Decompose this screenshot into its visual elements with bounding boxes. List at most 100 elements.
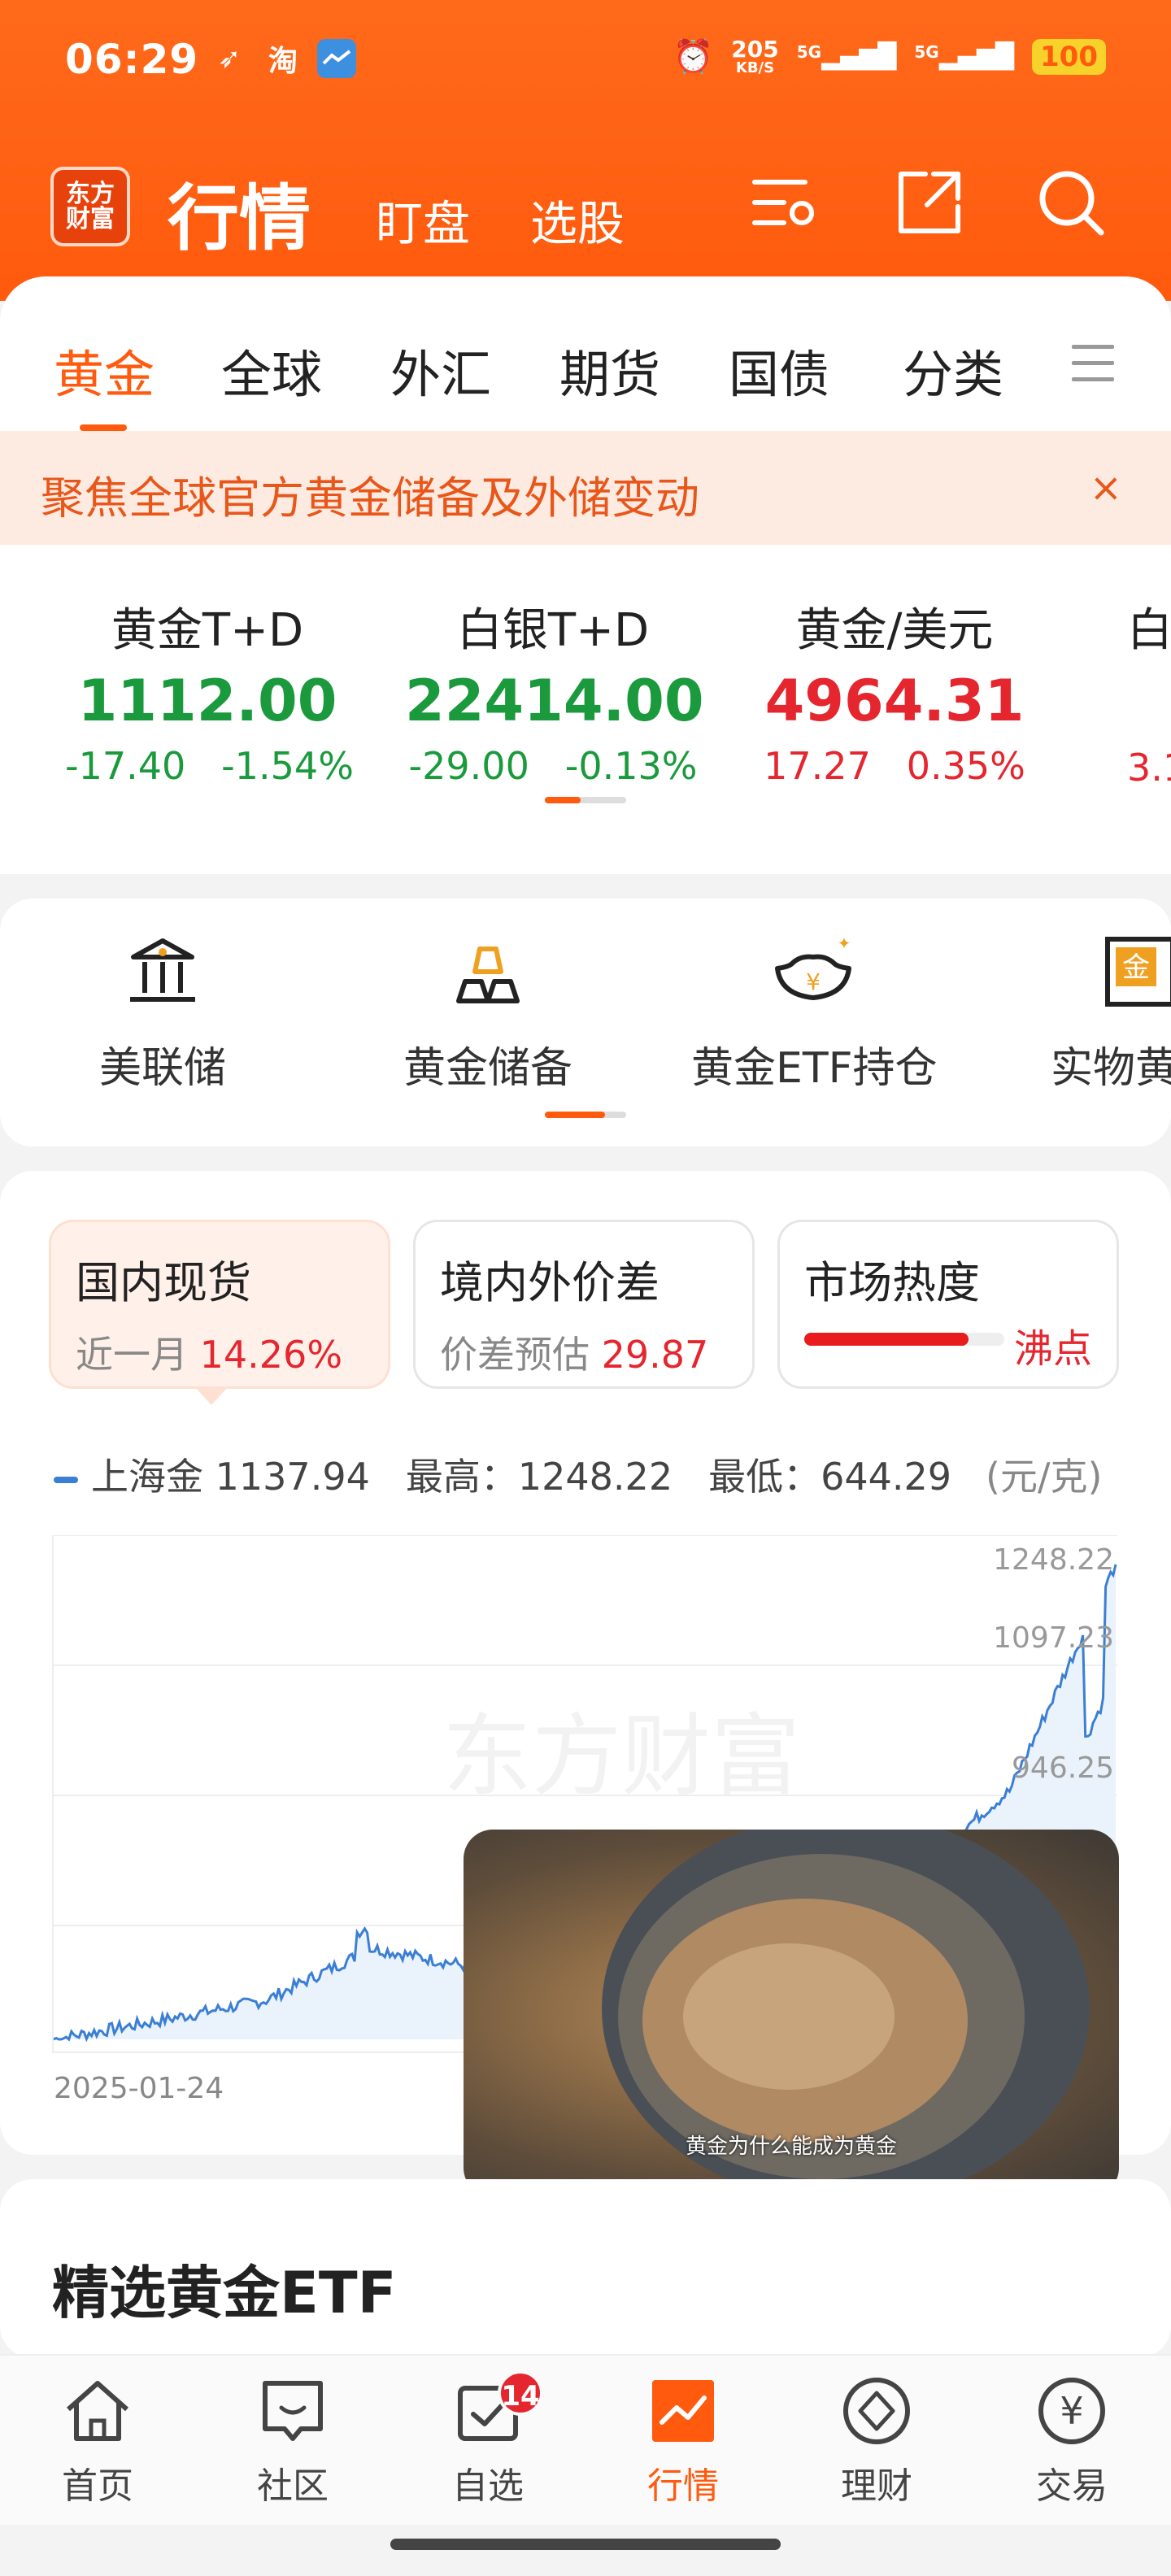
gold-chart-card: 国内现货 近一月 14.26% 境内外价差 价差预估 29.87 市场热度 沸点… <box>0 1171 1171 2197</box>
quote-name: 黄金/美元 <box>795 604 994 657</box>
watchlist-badge: 14 <box>498 2370 543 2416</box>
quote-price <box>1127 668 1171 736</box>
banner-text[interactable]: 聚焦全球官方黄金储备及外储变动 <box>41 462 699 526</box>
svg-text:¥: ¥ <box>806 968 821 995</box>
high-value: 1248.22 <box>517 1455 673 1499</box>
quote-name: 黄金T+D <box>111 604 304 657</box>
tab-dingpan[interactable]: 盯盘 <box>376 185 470 254</box>
quote-change: 3.1 <box>1127 746 1171 790</box>
active-tab-indicator <box>80 424 127 431</box>
yen-icon: ¥ <box>1038 2378 1105 2444</box>
nav-label: 社区 <box>257 2465 329 2507</box>
tab-category[interactable]: 分类 <box>903 333 1003 407</box>
market-tab-sub: 价差预估 29.87 <box>440 1333 709 1377</box>
quote-gold-td[interactable]: 黄金T+D 1112.00 -17.40 -1.54% <box>65 594 354 788</box>
nav-label: 自选 <box>452 2465 524 2507</box>
promo-banner[interactable]: 聚焦全球官方黄金储备及外储变动 × <box>0 431 1171 545</box>
chart-legend: 上海金 1137.94 最高：1248.22 最低：644.29 (元/克) <box>54 1447 1102 1501</box>
header: 06:29 ➶ 淘 ⏰ 205 KB/S 5G▂▄▆█ 5G▂▄▆█ 100 东 <box>0 0 1171 301</box>
share-icon[interactable] <box>893 166 966 239</box>
category-tabs: 黄金 全球 外汇 期货 国债 分类 <box>0 333 1171 431</box>
nav-market[interactable]: 行情 <box>618 2374 748 2509</box>
status-right: ⏰ 205 KB/S 5G▂▄▆█ 5G▂▄▆█ 100 <box>673 37 1106 76</box>
feature-fed[interactable]: 美联储 <box>81 931 244 1094</box>
tab-price-spread[interactable]: 境内外价差 价差预估 29.87 <box>413 1220 755 1389</box>
quote-price: 1112.00 <box>77 668 337 734</box>
tab-futures[interactable]: 期货 <box>559 333 660 407</box>
signal-icon: 5G▂▄▆█ <box>796 42 897 71</box>
quote-partial[interactable]: 白 3.1 <box>1127 594 1171 790</box>
nav-watchlist[interactable]: 14 自选 <box>423 2370 553 2509</box>
nav-label: 行情 <box>647 2465 719 2507</box>
quote-name: 白 <box>1127 604 1171 657</box>
feature-label: 黄金ETF持仓 <box>691 1044 938 1093</box>
feature-gold-etf[interactable]: ¥ ✦ 黄金ETF持仓 <box>691 931 938 1094</box>
video-caption: 黄金为什么能成为黄金 <box>685 2134 897 2159</box>
top-nav: 东方财富 行情 盯盘 选股 <box>0 154 1171 260</box>
feature-label: 实物黄 <box>1051 1044 1171 1093</box>
search-icon[interactable] <box>1034 166 1108 239</box>
page-title: 行情 <box>168 176 311 260</box>
tab-forex[interactable]: 外汇 <box>390 333 491 407</box>
tab-gold[interactable]: 黄金 <box>54 333 155 407</box>
svg-text:¥: ¥ <box>1060 2389 1083 2433</box>
quote-price: 4964.31 <box>764 668 1025 734</box>
quote-change: 17.27 0.35% <box>764 744 1025 788</box>
tab-global[interactable]: 全球 <box>221 333 322 407</box>
tab-market-heat[interactable]: 市场热度 沸点 <box>777 1220 1119 1389</box>
home-indicator[interactable] <box>390 2539 781 2550</box>
nav-label: 首页 <box>62 2465 133 2507</box>
nav-trade[interactable]: ¥ 交易 <box>1007 2374 1137 2509</box>
active-tab-pointer <box>195 1387 228 1405</box>
nav-wealth[interactable]: 理财 <box>812 2374 942 2509</box>
tab-treasury[interactable]: 国债 <box>729 333 829 407</box>
svg-text:金: 金 <box>1122 951 1150 984</box>
nav-label: 理财 <box>841 2465 912 2507</box>
settings-list-icon[interactable] <box>748 166 821 239</box>
paper-plane-icon: ➶ <box>217 42 242 75</box>
quote-price: 22414.00 <box>405 668 704 734</box>
quote-change: -17.40 -1.54% <box>65 744 354 788</box>
last-value: 1137.94 <box>215 1455 370 1499</box>
feature-physical-gold[interactable]: 金 实物黄 <box>1051 931 1171 1094</box>
etf-section: 精选黄金ETF <box>0 2179 1171 2358</box>
stock-app-icon <box>317 39 356 78</box>
feature-pager <box>545 1112 626 1118</box>
market-tab-title: 市场热度 <box>804 1257 980 1308</box>
alarm-icon: ⏰ <box>673 38 714 76</box>
app-logo[interactable]: 东方财富 <box>50 167 130 246</box>
market-chart-icon <box>652 2380 714 2442</box>
bank-icon <box>130 938 195 1002</box>
signal-icon-2: 5G▂▄▆█ <box>914 42 1015 71</box>
nav-home[interactable]: 首页 <box>33 2374 163 2509</box>
category-card: 黄金 全球 外汇 期货 国债 分类 聚焦全球官方黄金储备及外储变动 × 黄金T+… <box>0 276 1171 874</box>
quote-gold-usd[interactable]: 黄金/美元 4964.31 17.27 0.35% <box>748 594 1041 788</box>
tab-domestic-spot[interactable]: 国内现货 近一月 14.26% <box>49 1220 390 1389</box>
more-tabs-icon[interactable] <box>1072 345 1114 394</box>
svg-text:✦: ✦ <box>838 933 851 953</box>
quote-pager <box>545 797 626 803</box>
feature-label: 黄金储备 <box>403 1044 572 1093</box>
status-bar: 06:29 ➶ 淘 ⏰ 205 KB/S 5G▂▄▆█ 5G▂▄▆█ 100 <box>0 0 1171 130</box>
high-label: 最高： <box>405 1455 518 1499</box>
quote-name: 白银T+D <box>456 604 650 657</box>
feature-gold-reserve[interactable]: 黄金储备 <box>398 931 577 1094</box>
status-time: 06:29 <box>65 36 199 83</box>
market-tab-title: 境内外价差 <box>440 1257 660 1308</box>
floating-video[interactable]: 黄金为什么能成为黄金 <box>464 1830 1119 2197</box>
unit-label: (元/克) <box>986 1455 1103 1499</box>
nav-community[interactable]: 社区 <box>228 2374 358 2509</box>
bottom-nav: 首页 社区 14 自选 行情 理财 ¥ 交易 <box>0 2354 1171 2525</box>
battery-indicator: 100 <box>1032 38 1106 75</box>
y-tick-label: 1097.23 <box>993 1621 1114 1655</box>
tab-xuangu[interactable]: 选股 <box>530 185 625 254</box>
quote-silver-td[interactable]: 白银T+D 22414.00 -29.00 -0.13% <box>405 594 704 788</box>
heat-label: 沸点 <box>1013 1326 1092 1372</box>
series-name: 上海金 <box>91 1455 203 1499</box>
low-value: 644.29 <box>821 1455 952 1499</box>
taobao-icon: 淘 <box>268 45 298 78</box>
notification-icons: ➶ 淘 <box>210 39 356 78</box>
close-icon[interactable]: × <box>1090 465 1122 511</box>
net-speed: 205 KB/S <box>731 35 779 76</box>
heat-progress-bar <box>804 1333 1004 1346</box>
